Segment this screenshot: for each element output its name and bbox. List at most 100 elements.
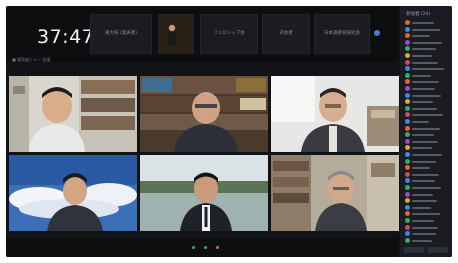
bottom-control-bar	[6, 238, 398, 257]
participant-name	[412, 48, 436, 51]
participant-name	[412, 206, 431, 209]
participant-row[interactable]	[403, 33, 449, 39]
participant-row[interactable]	[403, 46, 449, 52]
participant-name	[412, 55, 432, 57]
participant-avatar	[405, 125, 410, 131]
participant-row[interactable]	[403, 92, 449, 99]
participant-row[interactable]	[403, 218, 449, 224]
share-status-icon[interactable]	[216, 246, 219, 249]
participant-name	[412, 41, 442, 44]
mic-status-icon[interactable]	[192, 246, 195, 249]
camera-status-icon[interactable]	[204, 246, 207, 249]
participant-row[interactable]	[403, 132, 449, 138]
top-thumbnail-speaker[interactable]: speaker	[158, 14, 194, 54]
participant-avatar	[405, 218, 410, 223]
participant-avatar	[405, 92, 410, 98]
speaker-figure-icon	[168, 24, 176, 45]
participant-row[interactable]	[403, 198, 449, 204]
top-thumbnail-2[interactable]: フェロシップ会	[200, 14, 258, 54]
video-tile-office-shelves[interactable]	[271, 155, 399, 231]
participant-avatar	[405, 39, 410, 45]
meeting-timer: 37:47	[37, 26, 95, 48]
participant-row[interactable]	[403, 79, 449, 85]
participant-row[interactable]	[403, 145, 449, 151]
participant-name	[412, 88, 435, 90]
participant-row[interactable]	[403, 165, 449, 171]
participant-avatar	[405, 178, 410, 184]
participant-name	[412, 226, 438, 229]
participant-row[interactable]	[403, 185, 449, 191]
invite-button[interactable]	[404, 247, 424, 253]
participant-name	[412, 200, 437, 203]
participant-avatar	[405, 53, 410, 58]
participant-name	[412, 187, 441, 189]
participant-row[interactable]	[403, 231, 449, 237]
video-tile-sky-clouds[interactable]	[9, 155, 137, 231]
top-thumbnail-0[interactable]: 東大研 (発表者)	[90, 14, 152, 54]
participant-avatar	[405, 231, 410, 237]
participant-avatar	[405, 119, 410, 124]
video-feed-image	[140, 76, 268, 152]
meeting-subtitle: ■ 講演者ビュー 会議	[12, 57, 51, 62]
participant-row[interactable]	[403, 72, 449, 79]
participant-row[interactable]	[403, 26, 449, 33]
participant-name	[412, 107, 437, 110]
participant-name	[412, 74, 431, 77]
participant-row[interactable]	[403, 99, 449, 105]
participant-row[interactable]	[403, 20, 449, 26]
top-bar: 37:47 東大研 (発表者) speaker フェロシップ会 司会者 日本語教…	[6, 6, 398, 62]
video-feed-image	[271, 155, 399, 231]
participant-row[interactable]	[403, 53, 449, 59]
participant-avatar	[405, 191, 410, 197]
participant-row[interactable]	[403, 39, 449, 46]
participant-name	[412, 127, 440, 130]
participant-row[interactable]	[403, 224, 449, 231]
participant-avatar	[405, 185, 410, 190]
participant-name	[412, 160, 436, 163]
video-tile-library-shelves[interactable]	[140, 76, 268, 152]
status-dot-icon[interactable]	[374, 30, 380, 36]
participant-name	[412, 81, 439, 84]
participant-name	[412, 140, 438, 143]
participant-row[interactable]	[403, 171, 449, 178]
participant-row[interactable]	[403, 125, 449, 132]
participant-avatar	[405, 145, 410, 151]
participant-row[interactable]	[403, 204, 449, 211]
participant-name	[412, 180, 435, 183]
video-tile-whiteboard-room[interactable]	[271, 76, 399, 152]
participant-row[interactable]	[403, 178, 449, 184]
participant-avatar	[405, 72, 410, 78]
participant-name	[412, 35, 430, 38]
participant-row[interactable]	[403, 138, 449, 145]
participant-row[interactable]	[403, 191, 449, 198]
mute-all-button[interactable]	[428, 247, 448, 253]
participant-avatar	[405, 105, 410, 111]
participant-row[interactable]	[403, 237, 449, 244]
participants-panel: 参加者 (24)	[400, 6, 452, 257]
participant-row[interactable]	[403, 86, 449, 92]
participant-avatar	[405, 165, 410, 171]
participant-name	[412, 68, 444, 71]
video-tile-office-bookshelf[interactable]	[9, 76, 137, 152]
thumbnail-label: 司会者	[279, 31, 293, 36]
participant-name	[412, 101, 433, 104]
participant-avatar	[405, 26, 410, 32]
participants-title: 参加者 (24)	[406, 12, 431, 17]
top-thumbnail-3[interactable]: 司会者	[262, 14, 310, 54]
participant-row[interactable]	[403, 152, 449, 158]
participant-name	[412, 167, 430, 170]
participant-avatar	[405, 33, 410, 39]
participant-name	[412, 114, 443, 117]
participant-row[interactable]	[403, 158, 449, 165]
participant-row[interactable]	[403, 105, 449, 112]
video-tile-river-landscape[interactable]	[140, 155, 268, 231]
participant-row[interactable]	[403, 119, 449, 125]
video-feed-image	[140, 155, 268, 231]
participant-name	[412, 213, 440, 216]
participant-avatar	[405, 204, 410, 210]
top-thumbnail-4[interactable]: 日本語教育研究会	[314, 14, 370, 54]
participant-row[interactable]	[403, 211, 449, 217]
participant-row[interactable]	[403, 112, 449, 118]
participant-row[interactable]	[403, 59, 449, 66]
participant-row[interactable]	[403, 66, 449, 72]
